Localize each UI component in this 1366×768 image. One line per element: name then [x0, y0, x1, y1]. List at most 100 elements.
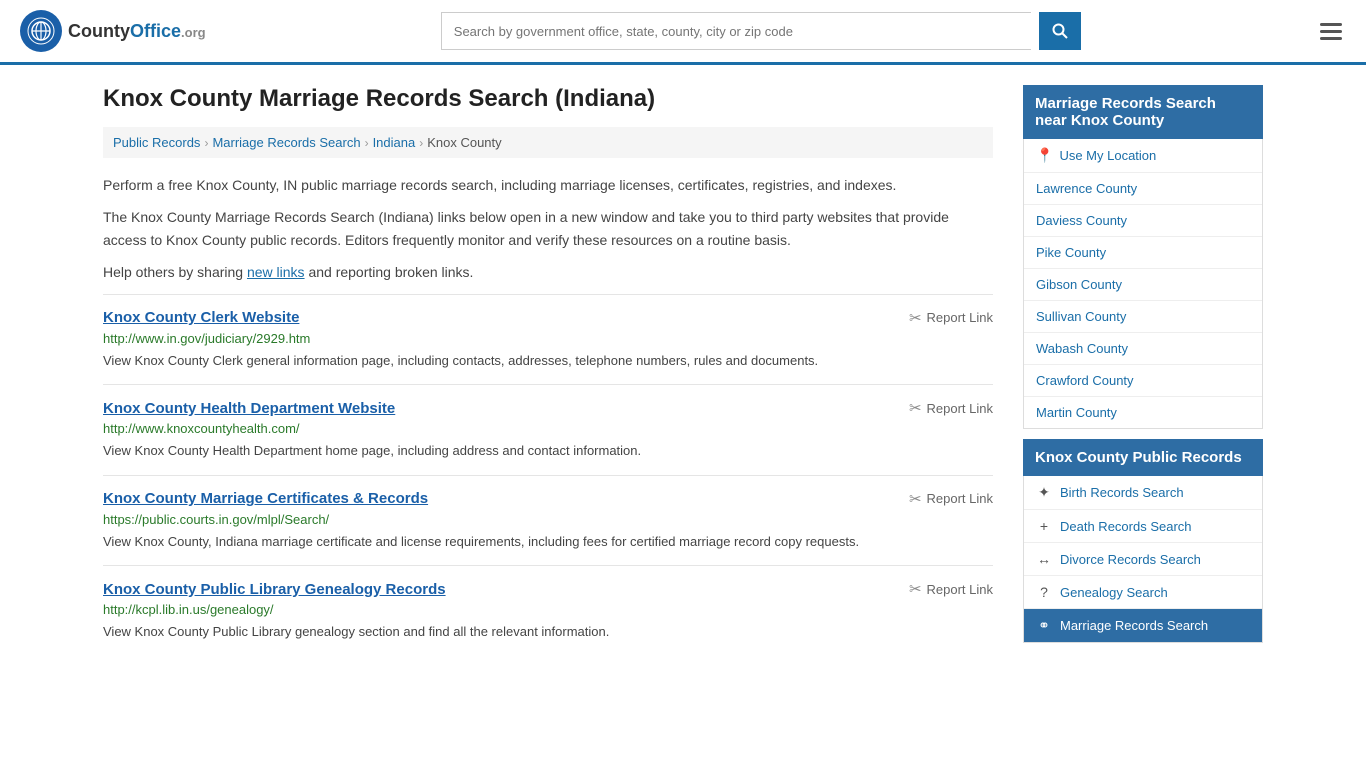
- use-location-link[interactable]: Use My Location: [1059, 148, 1156, 163]
- sidebar-nearby-title: Marriage Records Search near Knox County: [1023, 85, 1263, 139]
- record-item: Knox County Health Department Website ✂ …: [103, 384, 993, 475]
- record-url[interactable]: http://www.in.gov/judiciary/2929.htm: [103, 331, 993, 346]
- record-description: View Knox County Public Library genealog…: [103, 622, 993, 642]
- record-url[interactable]: https://public.courts.in.gov/mlpl/Search…: [103, 512, 993, 527]
- report-link-button[interactable]: ✂ Report Link: [909, 399, 993, 417]
- record-url[interactable]: http://www.knoxcountyhealth.com/: [103, 421, 993, 436]
- sidebar-public-record-item[interactable]: ✦ Birth Records Search: [1024, 476, 1262, 510]
- sidebar-item-county: Sullivan County: [1024, 301, 1262, 333]
- record-type-icon: ⚭: [1036, 617, 1052, 634]
- intro-paragraph-2: The Knox County Marriage Records Search …: [103, 206, 993, 251]
- records-list: Knox County Clerk Website ✂ Report Link …: [103, 294, 993, 656]
- breadcrumb-sep: ›: [419, 136, 423, 150]
- sidebar-item-county: Wabash County: [1024, 333, 1262, 365]
- breadcrumb-current: Knox County: [427, 135, 501, 150]
- menu-line: [1320, 30, 1342, 33]
- record-type-icon: ↔: [1036, 551, 1052, 567]
- public-record-link[interactable]: Divorce Records Search: [1060, 552, 1201, 567]
- report-label: Report Link: [927, 401, 993, 416]
- page-title: Knox County Marriage Records Search (Ind…: [103, 85, 993, 113]
- menu-button[interactable]: [1316, 19, 1346, 44]
- sidebar: Marriage Records Search near Knox County…: [1023, 85, 1263, 656]
- sidebar-public-record-item[interactable]: + Death Records Search: [1024, 510, 1262, 543]
- record-item: Knox County Public Library Genealogy Rec…: [103, 565, 993, 656]
- breadcrumb: Public Records › Marriage Records Search…: [103, 127, 993, 158]
- county-link[interactable]: Wabash County: [1036, 341, 1128, 356]
- public-record-link[interactable]: Marriage Records Search: [1060, 618, 1208, 633]
- intro-paragraph-1: Perform a free Knox County, IN public ma…: [103, 174, 993, 196]
- sidebar-item-county: Pike County: [1024, 237, 1262, 269]
- report-icon: ✂: [909, 309, 922, 327]
- record-description: View Knox County Health Department home …: [103, 441, 993, 461]
- sidebar-use-location[interactable]: 📍 Use My Location: [1024, 139, 1262, 173]
- search-area: [441, 12, 1081, 50]
- sidebar-item-county: Daviess County: [1024, 205, 1262, 237]
- breadcrumb-public-records[interactable]: Public Records: [113, 135, 200, 150]
- sidebar-item-county: Gibson County: [1024, 269, 1262, 301]
- county-link[interactable]: Gibson County: [1036, 277, 1122, 292]
- record-title-link[interactable]: Knox County Clerk Website: [103, 309, 299, 326]
- public-record-link[interactable]: Genealogy Search: [1060, 585, 1168, 600]
- record-item-header: Knox County Public Library Genealogy Rec…: [103, 580, 993, 598]
- sidebar-public-record-item[interactable]: ↔ Divorce Records Search: [1024, 543, 1262, 576]
- public-record-link[interactable]: Birth Records Search: [1060, 485, 1184, 500]
- breadcrumb-sep: ›: [365, 136, 369, 150]
- sidebar-item-county: Crawford County: [1024, 365, 1262, 397]
- sidebar-public-records-title: Knox County Public Records: [1023, 439, 1263, 476]
- intro-paragraph-3: Help others by sharing new links and rep…: [103, 261, 993, 283]
- intro-suffix: and reporting broken links.: [305, 264, 474, 280]
- report-label: Report Link: [927, 310, 993, 325]
- record-type-icon: +: [1036, 518, 1052, 534]
- logo-icon: [20, 10, 62, 52]
- sidebar-nearby-section: Marriage Records Search near Knox County…: [1023, 85, 1263, 429]
- report-icon: ✂: [909, 580, 922, 598]
- breadcrumb-marriage-records[interactable]: Marriage Records Search: [212, 135, 360, 150]
- report-link-button[interactable]: ✂ Report Link: [909, 580, 993, 598]
- county-link[interactable]: Daviess County: [1036, 213, 1127, 228]
- search-input[interactable]: [441, 12, 1031, 50]
- menu-line: [1320, 37, 1342, 40]
- search-button[interactable]: [1039, 12, 1081, 50]
- record-description: View Knox County, Indiana marriage certi…: [103, 532, 993, 552]
- report-link-button[interactable]: ✂ Report Link: [909, 309, 993, 327]
- record-item-header: Knox County Marriage Certificates & Reco…: [103, 490, 993, 508]
- breadcrumb-indiana[interactable]: Indiana: [373, 135, 416, 150]
- breadcrumb-sep: ›: [204, 136, 208, 150]
- location-icon: 📍: [1036, 147, 1053, 164]
- county-link[interactable]: Martin County: [1036, 405, 1117, 420]
- intro-prefix: Help others by sharing: [103, 264, 247, 280]
- county-link[interactable]: Sullivan County: [1036, 309, 1126, 324]
- county-link[interactable]: Crawford County: [1036, 373, 1134, 388]
- sidebar-public-record-item[interactable]: ⚭ Marriage Records Search: [1024, 609, 1262, 642]
- main-container: Knox County Marriage Records Search (Ind…: [83, 65, 1283, 676]
- search-icon: [1052, 23, 1068, 39]
- report-label: Report Link: [927, 582, 993, 597]
- content-area: Knox County Marriage Records Search (Ind…: [103, 85, 993, 656]
- record-url[interactable]: http://kcpl.lib.in.us/genealogy/: [103, 602, 993, 617]
- public-record-link[interactable]: Death Records Search: [1060, 519, 1192, 534]
- record-title-link[interactable]: Knox County Health Department Website: [103, 400, 395, 417]
- report-icon: ✂: [909, 490, 922, 508]
- record-type-icon: ?: [1036, 584, 1052, 600]
- sidebar-nearby-counties: Lawrence County Daviess County Pike County…: [1024, 173, 1262, 428]
- report-icon: ✂: [909, 399, 922, 417]
- sidebar-public-records-list: ✦ Birth Records Search + Death Records S…: [1023, 476, 1263, 643]
- report-label: Report Link: [927, 491, 993, 506]
- record-description: View Knox County Clerk general informati…: [103, 351, 993, 371]
- new-links-link[interactable]: new links: [247, 264, 305, 280]
- site-header: CountyOffice.org: [0, 0, 1366, 65]
- sidebar-public-records-section: Knox County Public Records ✦ Birth Recor…: [1023, 439, 1263, 643]
- logo[interactable]: CountyOffice.org: [20, 10, 206, 52]
- sidebar-public-record-item[interactable]: ? Genealogy Search: [1024, 576, 1262, 609]
- sidebar-item-county: Martin County: [1024, 397, 1262, 428]
- logo-text: CountyOffice.org: [68, 21, 206, 42]
- record-title-link[interactable]: Knox County Marriage Certificates & Reco…: [103, 490, 428, 507]
- sidebar-item-county: Lawrence County: [1024, 173, 1262, 205]
- county-link[interactable]: Lawrence County: [1036, 181, 1137, 196]
- record-item: Knox County Marriage Certificates & Reco…: [103, 475, 993, 566]
- county-link[interactable]: Pike County: [1036, 245, 1106, 260]
- sidebar-nearby-list: 📍 Use My Location Lawrence County Daviess…: [1023, 139, 1263, 429]
- report-link-button[interactable]: ✂ Report Link: [909, 490, 993, 508]
- record-title-link[interactable]: Knox County Public Library Genealogy Rec…: [103, 581, 446, 598]
- record-type-icon: ✦: [1036, 484, 1052, 501]
